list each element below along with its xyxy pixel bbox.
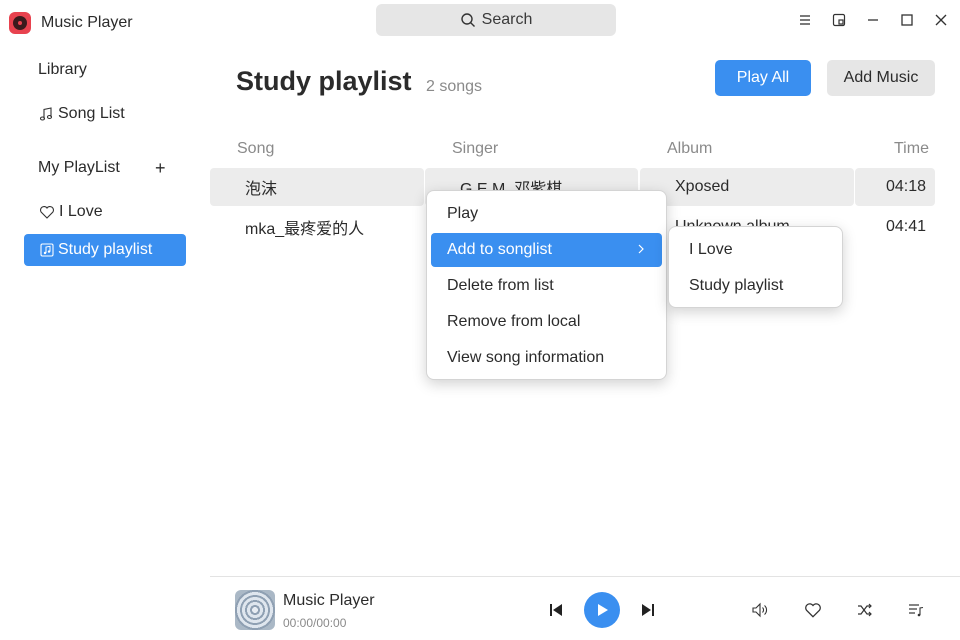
sidebar-item-label: Study playlist [58, 241, 153, 258]
maximize-button[interactable] [897, 10, 917, 30]
minimize-button[interactable] [863, 10, 883, 30]
search-icon [460, 13, 475, 27]
mini-mode-button[interactable] [829, 10, 849, 30]
song-time: 04:18 [886, 178, 927, 195]
add-playlist-button[interactable]: + [155, 158, 166, 179]
sidebar-item-label: I Love [59, 203, 103, 220]
submenu-item-i-love[interactable]: I Love [673, 233, 838, 267]
menu-item-remove-from-local[interactable]: Remove from local [431, 305, 662, 339]
player-song-title: Music Player [283, 592, 375, 609]
row-cell-background [210, 168, 424, 206]
album-cover[interactable] [235, 590, 275, 630]
sidebar-item-study-playlist[interactable]: Study playlist [24, 234, 186, 266]
menu-item-delete-from-list[interactable]: Delete from list [431, 269, 662, 303]
app-title: Music Player [41, 14, 133, 31]
sidebar-section-my-playlist: My PlayList [38, 159, 120, 177]
menu-item-play[interactable]: Play [431, 197, 662, 231]
next-icon [642, 604, 654, 616]
submenu-item-study-playlist[interactable]: Study playlist [673, 269, 838, 303]
play-icon [598, 604, 608, 616]
favorite-button[interactable] [803, 600, 823, 620]
shuffle-icon [858, 603, 872, 617]
playlist-queue-icon [909, 604, 924, 617]
song-count: 2 songs [426, 78, 483, 95]
song-title: 泡沫 [245, 181, 278, 198]
column-header-song[interactable]: Song [237, 140, 274, 158]
playlist-queue-button[interactable] [906, 600, 926, 620]
song-time: 04:41 [886, 218, 927, 235]
context-menu: Play Add to songlist Delete from list Re… [426, 190, 667, 380]
sidebar-section-label: My PlayList [38, 159, 120, 176]
music-note-icon [39, 107, 53, 121]
volume-button[interactable] [750, 600, 770, 620]
hamburger-icon [800, 15, 810, 25]
menu-button[interactable] [795, 10, 815, 30]
column-header-album[interactable]: Album [667, 140, 712, 158]
sidebar-item-label: Library [38, 61, 87, 78]
app-logo-icon [9, 12, 31, 34]
search-input[interactable]: Search [376, 4, 616, 36]
menu-item-label: Add to songlist [447, 241, 552, 258]
heart-icon [40, 206, 54, 219]
chevron-right-icon [638, 244, 644, 254]
close-button[interactable] [931, 10, 951, 30]
row-cell-background [640, 168, 854, 206]
player-time: 00:00/00:00 [283, 616, 347, 630]
sidebar-item-library[interactable]: Library [38, 61, 87, 79]
sidebar-item-label: Song List [58, 105, 125, 122]
menu-item-view-song-information[interactable]: View song information [431, 341, 662, 375]
sidebar-item-i-love[interactable]: I Love [39, 203, 103, 221]
next-button[interactable] [638, 600, 658, 620]
column-header-singer[interactable]: Singer [452, 140, 498, 158]
previous-button[interactable] [546, 600, 566, 620]
heart-icon [805, 603, 821, 618]
mini-mode-icon [832, 13, 846, 27]
menu-item-add-to-songlist[interactable]: Add to songlist [431, 233, 662, 267]
music-file-icon [40, 243, 54, 257]
previous-icon [550, 604, 562, 616]
play-all-button[interactable]: Play All [715, 60, 811, 96]
song-title: mka_最疼爱的人 [245, 221, 365, 238]
play-button[interactable] [584, 592, 620, 628]
song-album: Xposed [675, 178, 730, 195]
page-title: Study playlist [236, 66, 412, 96]
shuffle-button[interactable] [855, 600, 875, 620]
player-progress-track[interactable] [210, 576, 960, 577]
search-label: Search [481, 11, 533, 28]
add-music-button[interactable]: Add Music [827, 60, 935, 96]
column-header-time[interactable]: Time [894, 140, 929, 158]
minimize-icon [868, 19, 878, 21]
songlist-submenu: I Love Study playlist [668, 226, 843, 308]
sidebar-item-song-list[interactable]: Song List [38, 105, 125, 123]
close-icon [935, 14, 947, 26]
maximize-icon [901, 14, 913, 26]
volume-icon [752, 602, 767, 618]
